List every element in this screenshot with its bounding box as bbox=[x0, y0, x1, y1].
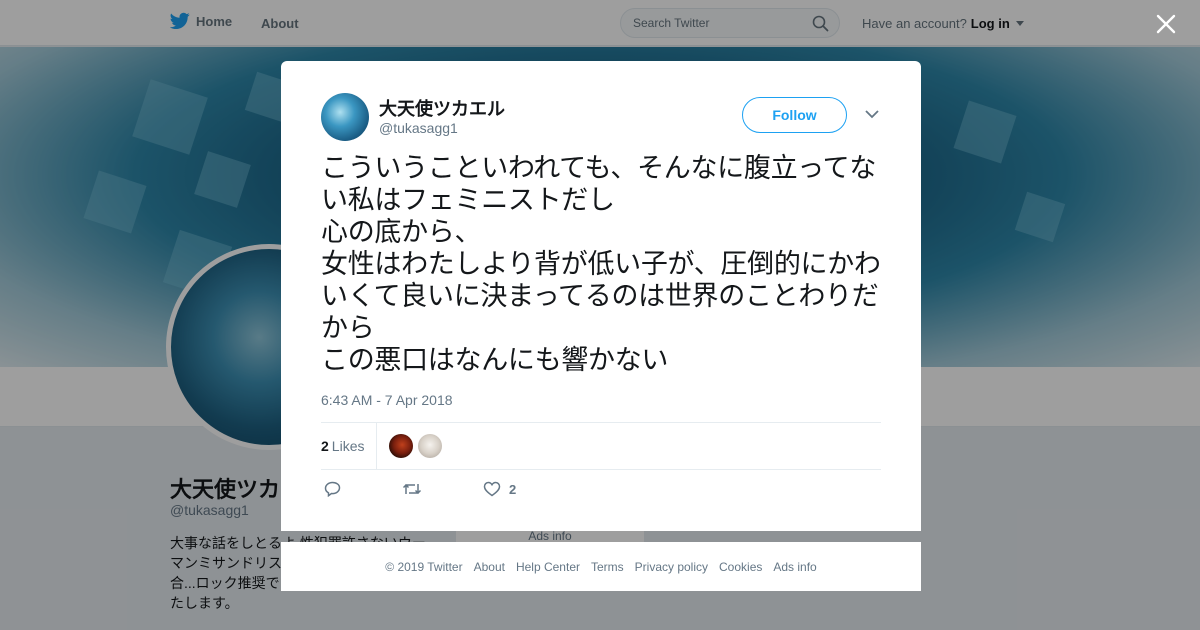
liker-avatar[interactable] bbox=[389, 434, 413, 458]
footer-help-center-link[interactable]: Help Center bbox=[516, 560, 580, 574]
tweet-actions: 2 bbox=[321, 481, 621, 501]
stat-divider bbox=[376, 423, 377, 470]
like-count: 2 bbox=[509, 481, 517, 497]
likes-stat[interactable]: 2 Likes bbox=[321, 438, 364, 454]
tweet-stats: 2 Likes bbox=[321, 422, 881, 470]
footer-copyright[interactable]: © 2019 Twitter bbox=[385, 560, 462, 574]
retweet-button[interactable] bbox=[402, 481, 422, 497]
author-avatar[interactable] bbox=[321, 93, 369, 141]
chevron-down-icon[interactable] bbox=[864, 108, 880, 120]
reply-button[interactable] bbox=[324, 481, 341, 497]
like-button[interactable]: 2 bbox=[483, 481, 516, 497]
liker-avatar[interactable] bbox=[418, 434, 442, 458]
footer-privacy-link[interactable]: Privacy policy bbox=[635, 560, 708, 574]
footer-cookies-link[interactable]: Cookies bbox=[719, 560, 762, 574]
tweet-modal: 大天使ツカエル @tukasagg1 Follow こういうこといわれても、そん… bbox=[281, 61, 921, 531]
follow-button[interactable]: Follow bbox=[742, 97, 847, 133]
author-handle[interactable]: @tukasagg1 bbox=[379, 120, 458, 136]
footer-ads-info-link[interactable]: Ads info bbox=[773, 560, 816, 574]
author-name[interactable]: 大天使ツカエル bbox=[379, 95, 505, 121]
heart-icon bbox=[483, 481, 501, 497]
likes-label: Likes bbox=[331, 438, 365, 454]
footer-terms-link[interactable]: Terms bbox=[591, 560, 624, 574]
tweet-text: こういうこといわれても、そんなに腹立ってない私はフェミニストだし 心の底から、 … bbox=[321, 153, 881, 376]
retweet-icon bbox=[402, 483, 422, 495]
modal-footer: © 2019 Twitter About Help Center Terms P… bbox=[281, 542, 921, 591]
reply-icon bbox=[324, 481, 341, 497]
likes-count: 2 bbox=[321, 438, 329, 454]
close-icon[interactable] bbox=[1152, 10, 1180, 38]
footer-about-link[interactable]: About bbox=[474, 560, 505, 574]
tweet-timestamp[interactable]: 6:43 AM - 7 Apr 2018 bbox=[321, 392, 453, 408]
